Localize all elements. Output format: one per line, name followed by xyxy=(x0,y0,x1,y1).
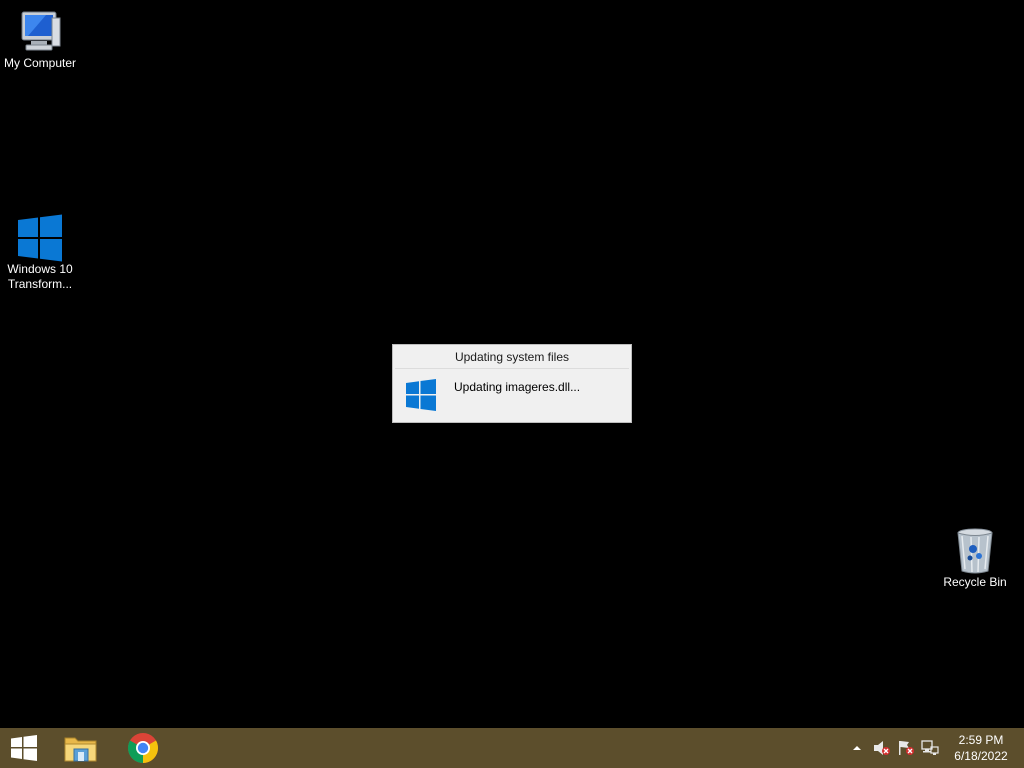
desktop-icon-windows-10-transformation[interactable]: Windows 10 Transform... xyxy=(0,214,80,292)
network-button[interactable] xyxy=(920,728,940,768)
windows-logo-icon xyxy=(18,214,62,262)
dialog-title: Updating system files xyxy=(395,345,629,369)
action-center-button[interactable] xyxy=(896,728,916,768)
chrome-icon xyxy=(127,733,159,763)
start-button[interactable] xyxy=(0,728,48,768)
network-icon xyxy=(921,740,939,755)
volume-muted-icon xyxy=(874,741,890,755)
action-center-flag-icon xyxy=(899,741,914,755)
desktop-icon-label-line1: Windows 10 xyxy=(7,262,73,276)
file-explorer-button[interactable] xyxy=(56,728,106,768)
desktop-icon-label: My Computer xyxy=(3,56,77,70)
taskbar-clock[interactable]: 2:59 PM 6/18/2022 xyxy=(944,732,1018,764)
dialog-message: Updating imageres.dll... xyxy=(454,380,581,394)
computer-icon xyxy=(21,11,61,51)
desktop-icon-label: Recycle Bin xyxy=(943,575,1007,589)
windows-logo-icon xyxy=(406,379,436,411)
windows-start-icon xyxy=(11,735,37,761)
desktop-icon-my-computer[interactable]: My Computer xyxy=(0,8,80,71)
desktop-icon-recycle-bin[interactable]: Recycle Bin xyxy=(935,527,1015,590)
dialog-body: Updating imageres.dll... xyxy=(393,369,631,423)
recycle-bin-icon xyxy=(957,528,993,574)
taskbar: 2:59 PM 6/18/2022 xyxy=(0,728,1024,768)
folder-icon xyxy=(64,737,97,762)
chrome-button[interactable] xyxy=(118,728,168,768)
clock-time: 2:59 PM xyxy=(958,733,1004,747)
updating-dialog: Updating system files Updating imageres.… xyxy=(392,344,632,423)
desktop-icon-label-line2: Transform... xyxy=(7,277,73,291)
show-hidden-icons-button[interactable] xyxy=(849,728,865,768)
chevron-up-icon xyxy=(853,746,861,750)
volume-button[interactable] xyxy=(872,728,892,768)
clock-date: 6/18/2022 xyxy=(954,749,1008,763)
